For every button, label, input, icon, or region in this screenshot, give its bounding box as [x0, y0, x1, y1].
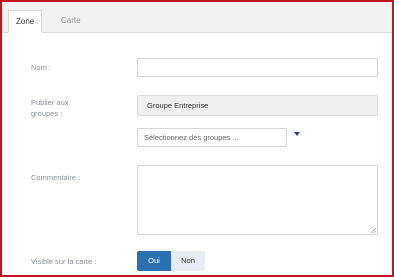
nom-input[interactable] [137, 58, 378, 77]
commentaire-textarea[interactable] [137, 165, 378, 235]
groupes-select[interactable]: Sélectionnez des groupes ... [137, 128, 287, 147]
groupes-label: Publier aux groupes : [31, 97, 69, 119]
tab-carte[interactable]: Carte [54, 10, 88, 32]
visible-label: Visible sur la carte : [31, 257, 97, 266]
visible-non-button[interactable]: Non [171, 251, 205, 271]
nom-label: Nom : [31, 63, 52, 72]
resize-handle-icon[interactable] [371, 228, 376, 233]
tab-zone[interactable]: Zone [8, 10, 43, 33]
selected-group-tag[interactable]: Groupe Entreprise [137, 95, 378, 116]
zone-form-panel: Zone Carte Nom : Publier aux groupes : G… [0, 0, 394, 277]
groupes-label-line1: Publier aux [31, 98, 69, 107]
commentaire-label: Commentaire : [31, 173, 81, 182]
caret-down-icon[interactable] [294, 132, 300, 136]
visible-oui-button[interactable]: Oui [137, 251, 171, 271]
tab-bar: Zone Carte [2, 2, 392, 33]
groupes-label-line2: groupes : [31, 109, 63, 118]
